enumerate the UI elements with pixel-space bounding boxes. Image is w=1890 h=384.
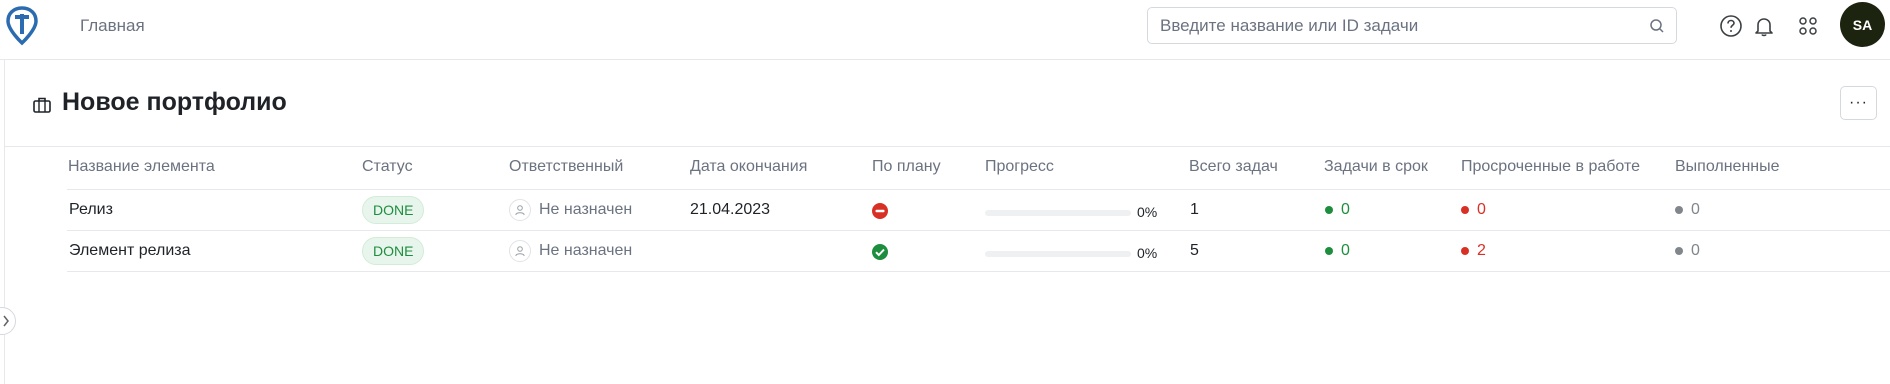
status-dot <box>1675 206 1683 214</box>
user-icon <box>509 199 531 221</box>
search-box[interactable] <box>1147 7 1677 44</box>
chevron-right-icon <box>3 315 9 327</box>
status-dot <box>1675 247 1683 255</box>
on-time-count: 0 <box>1341 242 1350 259</box>
on-plan-check-icon <box>872 244 888 260</box>
top-bar: Главная SA <box>0 0 1890 60</box>
overdue-count: 0 <box>1477 201 1486 218</box>
bell-icon[interactable] <box>1751 13 1777 39</box>
done-count: 0 <box>1691 242 1700 259</box>
on-time-count: 0 <box>1341 201 1350 218</box>
done-count: 0 <box>1691 201 1700 218</box>
total-tasks: 5 <box>1190 242 1199 259</box>
more-options-button[interactable]: ··· <box>1840 86 1877 120</box>
column-header-plan[interactable]: По плану <box>872 158 941 176</box>
behind-plan-icon <box>872 203 888 219</box>
element-name[interactable]: Релиз <box>69 201 113 219</box>
overdue-tasks[interactable]: 0 <box>1461 201 1486 219</box>
search-icon[interactable] <box>1648 17 1666 35</box>
on-time-tasks[interactable]: 0 <box>1325 242 1350 260</box>
progress-bar <box>985 251 1131 257</box>
assignee-cell[interactable]: Не назначен <box>509 199 632 221</box>
app-logo-icon[interactable] <box>6 6 38 46</box>
due-date: 21.04.2023 <box>690 201 771 218</box>
done-tasks[interactable]: 0 <box>1675 201 1700 219</box>
column-header-progress[interactable]: Прогресс <box>985 158 1054 176</box>
portfolio-briefcase-icon <box>33 97 51 113</box>
total-tasks: 1 <box>1190 201 1199 218</box>
assignee-cell[interactable]: Не назначен <box>509 240 632 262</box>
progress-percent: 0% <box>1137 245 1158 261</box>
progress-bar <box>985 210 1131 216</box>
element-name[interactable]: Элемент релиза <box>69 242 190 260</box>
status-dot <box>1461 206 1469 214</box>
overdue-tasks[interactable]: 2 <box>1461 242 1486 260</box>
column-header-on-time[interactable]: Задачи в срок <box>1324 158 1428 176</box>
left-rail <box>0 60 5 384</box>
column-header-due-date[interactable]: Дата окончания <box>690 158 807 176</box>
column-header-done[interactable]: Выполненные <box>1675 158 1780 176</box>
column-header-status[interactable]: Статус <box>362 158 413 176</box>
column-header-assignee[interactable]: Ответственный <box>509 158 623 176</box>
row-divider <box>67 271 1890 272</box>
apps-grid-icon[interactable] <box>1795 13 1821 39</box>
progress-percent: 0% <box>1137 204 1158 220</box>
column-header-total[interactable]: Всего задач <box>1189 158 1278 176</box>
status-dot <box>1325 247 1333 255</box>
user-icon <box>509 240 531 262</box>
overdue-count: 2 <box>1477 242 1486 259</box>
status-badge[interactable]: DONE <box>362 196 425 224</box>
user-avatar[interactable]: SA <box>1840 2 1885 47</box>
done-tasks[interactable]: 0 <box>1675 242 1700 260</box>
header-divider <box>5 146 1890 147</box>
row-divider <box>67 189 1890 190</box>
status-dot <box>1325 206 1333 214</box>
nav-home-link[interactable]: Главная <box>80 16 145 36</box>
status-badge[interactable]: DONE <box>362 237 425 265</box>
column-header-name[interactable]: Название элемента <box>68 158 215 176</box>
status-dot <box>1461 247 1469 255</box>
search-input[interactable] <box>1160 8 1640 43</box>
assignee-name: Не назначен <box>539 242 633 259</box>
page-title: Новое портфолио <box>62 88 287 116</box>
sidebar-expand-button[interactable] <box>0 307 16 335</box>
column-header-overdue[interactable]: Просроченные в работе <box>1461 158 1640 176</box>
help-icon[interactable] <box>1718 13 1744 39</box>
on-time-tasks[interactable]: 0 <box>1325 201 1350 219</box>
assignee-name: Не назначен <box>539 201 633 218</box>
row-divider <box>67 230 1890 231</box>
